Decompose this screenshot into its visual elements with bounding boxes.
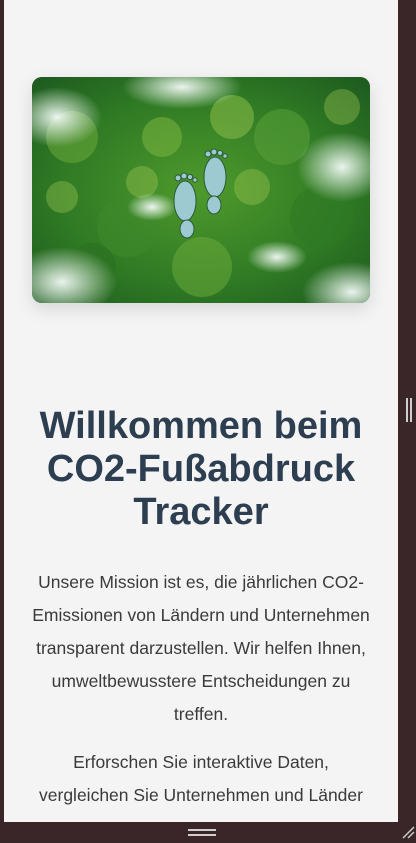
resize-corner-icon[interactable] bbox=[401, 825, 415, 839]
horizontal-resize-grip[interactable] bbox=[188, 829, 216, 837]
forest-footprint-image bbox=[32, 77, 370, 303]
hero-image-card bbox=[32, 77, 370, 303]
welcome-title: Willkommen beim CO2-Fußabdruck Tracker bbox=[39, 405, 363, 533]
page-viewport: Willkommen beim CO2-Fußabdruck Tracker U… bbox=[4, 0, 398, 822]
mission-paragraph: Unsere Mission ist es, die jährlichen CO… bbox=[32, 572, 370, 724]
vertical-resize-grip[interactable] bbox=[406, 398, 412, 422]
explore-paragraph: Erforschen Sie interaktive Daten, vergle… bbox=[39, 752, 363, 805]
